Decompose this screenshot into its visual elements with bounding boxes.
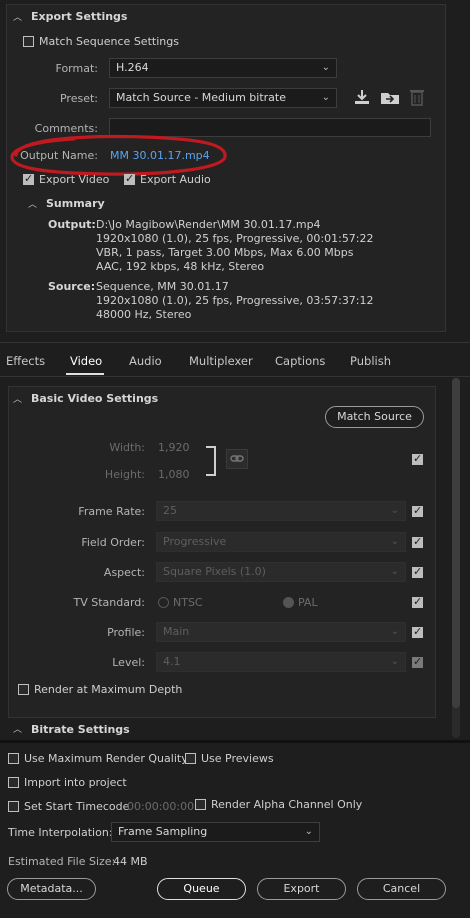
chevron-down-icon: ⌄ xyxy=(390,536,399,547)
chevron-down-icon: ⌄ xyxy=(390,656,399,667)
dimension-bracket xyxy=(206,446,216,476)
section-divider xyxy=(0,342,470,343)
import-preset-icon[interactable] xyxy=(380,88,400,106)
frame-rate-label: Frame Rate: xyxy=(78,505,145,518)
chevron-down-icon: ⌄ xyxy=(321,92,330,103)
level-select[interactable]: 4.1 ⌄ xyxy=(156,652,406,672)
summary-title: Summary xyxy=(46,197,105,210)
preset-label: Preset: xyxy=(59,92,98,105)
render-alpha-label: Render Alpha Channel Only xyxy=(211,798,363,811)
delete-preset-icon[interactable] xyxy=(409,88,425,106)
output-name-link[interactable]: MM 30.01.17.mp4 xyxy=(110,149,210,162)
level-checkbox[interactable] xyxy=(412,655,423,668)
tab-multiplexer[interactable]: Multiplexer xyxy=(189,354,253,368)
width-label: Width: xyxy=(109,441,145,454)
format-value: H.264 xyxy=(116,61,149,74)
footer-divider xyxy=(0,740,470,743)
height-value[interactable]: 1,080 xyxy=(158,468,190,481)
max-render-quality-label: Use Maximum Render Quality xyxy=(24,752,188,765)
timecode-field[interactable]: 00:00:00:00 xyxy=(127,800,194,813)
aspect-select[interactable]: Square Pixels (1.0) ⌄ xyxy=(156,562,406,582)
profile-checkbox[interactable] xyxy=(412,625,423,638)
ntsc-radio[interactable] xyxy=(158,597,169,608)
pal-label: PAL xyxy=(298,596,318,609)
import-project-label: Import into project xyxy=(24,776,127,789)
preset-select[interactable]: Match Source - Medium bitrate ⌄ xyxy=(109,88,337,108)
summary-chevron-icon[interactable]: ︿ xyxy=(28,197,37,210)
est-file-size-label: Estimated File Size: xyxy=(8,855,116,868)
export-button[interactable]: Export xyxy=(257,878,346,900)
match-sequence-label: Match Sequence Settings xyxy=(39,35,179,48)
preset-value: Match Source - Medium bitrate xyxy=(116,91,286,104)
basic-video-chevron-icon[interactable]: ︿ xyxy=(13,392,22,405)
tab-publish[interactable]: Publish xyxy=(350,354,391,368)
max-render-quality-checkbox[interactable] xyxy=(8,753,19,764)
format-label: Format: xyxy=(55,62,98,75)
chevron-down-icon: ⌄ xyxy=(390,626,399,637)
render-alpha-checkbox[interactable] xyxy=(195,799,206,810)
render-max-depth-checkbox[interactable] xyxy=(18,684,29,695)
summary-output-label: Output: xyxy=(48,218,96,231)
tv-standard-checkbox[interactable] xyxy=(412,595,423,608)
chevron-down-icon: ⌄ xyxy=(390,505,399,516)
metadata-button[interactable]: Metadata... xyxy=(7,878,96,900)
frame-rate-checkbox[interactable] xyxy=(412,504,423,517)
cancel-button[interactable]: Cancel xyxy=(357,878,446,900)
dimensions-match-checkbox[interactable] xyxy=(412,452,423,465)
set-start-timecode-checkbox[interactable] xyxy=(8,801,19,812)
ntsc-label: NTSC xyxy=(173,596,203,609)
video-scrollbar[interactable] xyxy=(452,378,460,738)
link-icon[interactable] xyxy=(226,449,248,469)
active-tab-underline xyxy=(66,373,104,375)
basic-video-title: Basic Video Settings xyxy=(31,392,159,405)
export-audio-label: Export Audio xyxy=(140,173,211,186)
summary-source-label: Source: xyxy=(48,280,96,293)
use-previews-checkbox[interactable] xyxy=(185,753,196,764)
chevron-down-icon: ⌄ xyxy=(321,62,330,73)
render-max-depth-label: Render at Maximum Depth xyxy=(34,683,183,696)
est-file-size-value: 44 MB xyxy=(113,855,148,868)
import-project-checkbox[interactable] xyxy=(8,777,19,788)
export-audio-checkbox[interactable] xyxy=(124,172,135,185)
height-label: Height: xyxy=(104,468,145,481)
tab-audio[interactable]: Audio xyxy=(129,354,162,368)
export-settings-title: Export Settings xyxy=(31,10,128,23)
bitrate-chevron-icon[interactable]: ︿ xyxy=(13,722,22,735)
tab-video[interactable]: Video xyxy=(70,354,102,368)
set-start-timecode-label: Set Start Timecode xyxy=(24,800,130,813)
frame-rate-select[interactable]: 25 ⌄ xyxy=(156,501,406,521)
profile-label: Profile: xyxy=(107,626,145,639)
use-previews-label: Use Previews xyxy=(201,752,274,765)
field-order-select[interactable]: Progressive ⌄ xyxy=(156,532,406,552)
collapse-chevron-icon[interactable]: ︿ xyxy=(13,10,22,23)
match-source-button[interactable]: Match Source xyxy=(325,406,424,428)
scrollbar-thumb[interactable] xyxy=(452,378,460,708)
output-name-label: Output Name: xyxy=(20,149,98,162)
export-video-checkbox[interactable] xyxy=(23,172,34,185)
width-value[interactable]: 1,920 xyxy=(158,441,190,454)
save-preset-icon[interactable] xyxy=(353,88,371,106)
summary-output-text: D:\Jo Magibow\Render\MM 30.01.17.mp4 192… xyxy=(96,218,374,273)
summary-source-text: Sequence, MM 30.01.17 1920x1080 (1.0), 2… xyxy=(96,280,374,321)
level-label: Level: xyxy=(112,656,145,669)
field-order-checkbox[interactable] xyxy=(412,535,423,548)
time-interp-select[interactable]: Frame Sampling ⌄ xyxy=(111,822,320,842)
aspect-label: Aspect: xyxy=(103,566,145,579)
profile-select[interactable]: Main ⌄ xyxy=(156,622,406,642)
format-select[interactable]: H.264 ⌄ xyxy=(109,58,337,78)
aspect-checkbox[interactable] xyxy=(412,565,423,578)
chevron-down-icon: ⌄ xyxy=(390,566,399,577)
chevron-down-icon: ⌄ xyxy=(304,826,313,837)
pal-radio[interactable] xyxy=(283,597,294,608)
match-sequence-checkbox[interactable] xyxy=(23,36,34,47)
tabs-divider xyxy=(0,376,470,377)
bitrate-title: Bitrate Settings xyxy=(31,723,130,736)
field-order-label: Field Order: xyxy=(81,536,145,549)
export-video-label: Export Video xyxy=(39,173,110,186)
tab-captions[interactable]: Captions xyxy=(275,354,325,368)
time-interp-label: Time Interpolation: xyxy=(8,826,113,839)
tv-standard-label: TV Standard: xyxy=(73,596,146,609)
tab-effects[interactable]: Effects xyxy=(6,354,45,368)
queue-button[interactable]: Queue xyxy=(157,878,246,900)
